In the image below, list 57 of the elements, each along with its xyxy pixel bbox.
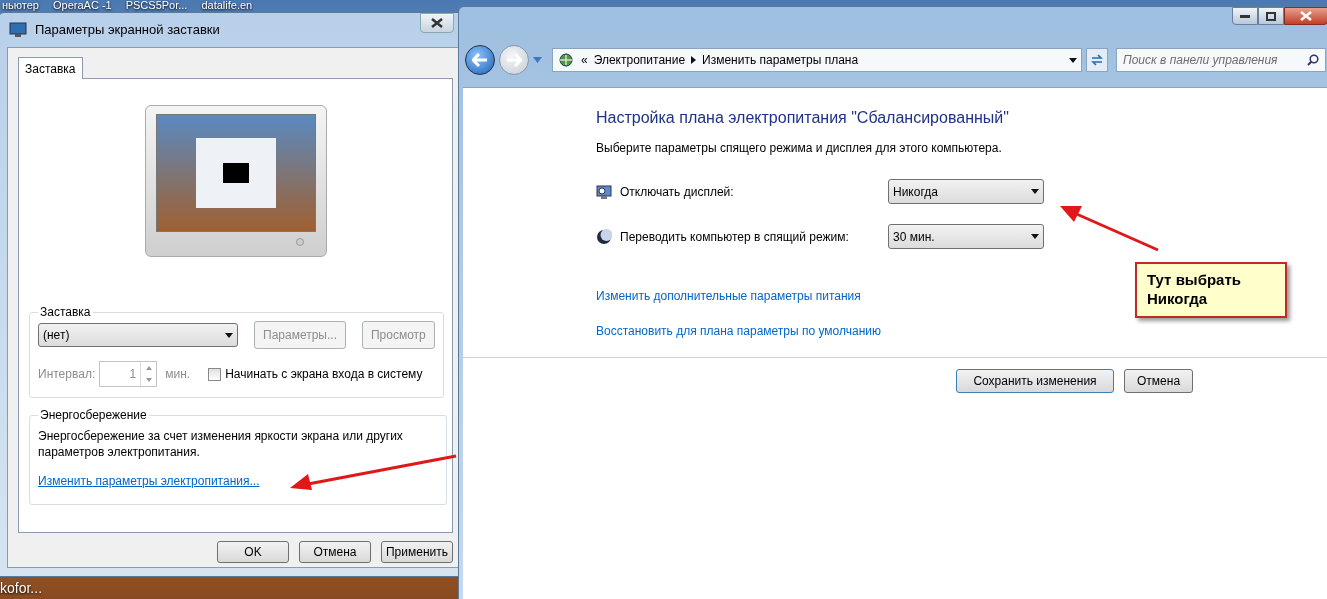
- desktop-icon-label[interactable]: ньютер: [2, 0, 39, 11]
- dialog-button[interactable]: Применить: [381, 541, 453, 563]
- setting-dropdown[interactable]: Никогда: [888, 179, 1044, 204]
- search-icon: [1307, 54, 1319, 66]
- address-bar[interactable]: « Электропитание Изменить параметры плана: [552, 48, 1082, 72]
- desktop-icon-label[interactable]: kofor...: [0, 578, 43, 599]
- search-field[interactable]: Поиск в панели управления: [1116, 48, 1326, 72]
- close-button[interactable]: [420, 13, 454, 33]
- dialog-button[interactable]: Сохранить изменения: [956, 369, 1114, 393]
- settings-link[interactable]: Восстановить для плана параметры по умолчанию: [596, 322, 882, 340]
- desktop-icon-label[interactable]: OperaAC -1: [52, 0, 112, 11]
- power-settings-link[interactable]: Изменить параметры электропитания...: [38, 472, 260, 490]
- dialog-button[interactable]: Отмена: [299, 541, 371, 563]
- group-title: Заставка: [39, 304, 92, 321]
- back-button[interactable]: [465, 45, 495, 75]
- dropdown-arrow-icon: [1069, 57, 1077, 63]
- minimize-icon: [1240, 14, 1250, 18]
- close-button[interactable]: [1284, 7, 1327, 25]
- setting-label: Переводить компьютер в спящий режим:: [620, 228, 850, 246]
- group-title: Энергосбережение: [39, 407, 148, 424]
- settings-link[interactable]: Изменить дополнительные параметры питания: [596, 287, 861, 305]
- screensaver-dropdown[interactable]: (нет): [38, 323, 238, 347]
- maximize-icon: [1266, 11, 1276, 21]
- dialog-button[interactable]: OK: [217, 541, 289, 563]
- dialog-button[interactable]: Отмена: [1124, 369, 1194, 393]
- minimize-button[interactable]: [1232, 7, 1258, 25]
- desktop-icon-label[interactable]: datalife.en: [201, 0, 253, 11]
- refresh-icon: [1090, 53, 1104, 67]
- tab[interactable]: Заставка: [18, 57, 83, 79]
- checkbox[interactable]: [208, 367, 222, 381]
- callout-box: Тут выбрать Никогда: [1135, 262, 1287, 318]
- dropdown-arrow-icon: [1031, 234, 1039, 239]
- interval-label: Интервал:: [38, 366, 96, 383]
- back-arrow-icon: [472, 53, 488, 67]
- forward-arrow-icon: [506, 53, 522, 67]
- chevron-right-icon[interactable]: [691, 56, 697, 64]
- breadcrumb-item[interactable]: Изменить параметры плана: [702, 51, 859, 69]
- setting-label: Отключать дисплей:: [620, 183, 735, 201]
- breadcrumb-item[interactable]: Электропитание: [593, 51, 686, 69]
- page-subtitle: Выберите параметры спящего режима и дисплея для этого компьютера.: [596, 140, 1003, 157]
- page-heading: Настройка плана электропитания "Сбалансированный": [596, 108, 1010, 128]
- maximize-button[interactable]: [1258, 7, 1284, 25]
- breadcrumb-prefix[interactable]: «: [581, 51, 588, 69]
- refresh-button[interactable]: [1086, 48, 1108, 72]
- setting-dropdown[interactable]: 30 мин.: [888, 224, 1044, 249]
- power-description: Энергосбережение за счет изменения яркости экрана или других параметров электропитания.: [38, 428, 404, 460]
- close-icon: [1300, 11, 1312, 21]
- window-title: Параметры экранной заставки: [35, 21, 220, 40]
- close-icon: [431, 18, 443, 28]
- interval-unit: мин.: [165, 366, 191, 383]
- monitor-clock-icon: [596, 183, 612, 200]
- dropdown-arrow-icon: [225, 332, 233, 338]
- monitor-icon: [9, 22, 27, 38]
- checkbox-label: Начинать с экрана входа в систему: [225, 366, 423, 383]
- dropdown-arrow-icon: [1031, 189, 1039, 194]
- desktop-icon-label[interactable]: PSCS5Por...: [125, 0, 188, 11]
- moon-icon: [596, 228, 612, 245]
